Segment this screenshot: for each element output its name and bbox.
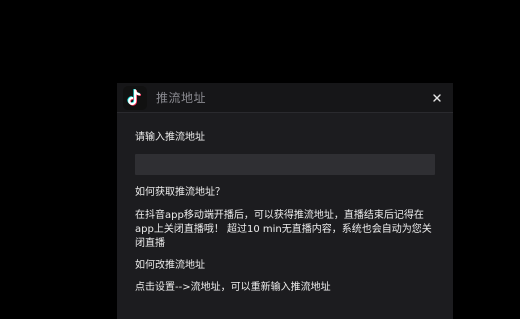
stream-url-input[interactable]: [135, 154, 435, 175]
close-button[interactable]: [429, 90, 445, 106]
help-text: 在抖音app移动端开播后，可以获得推流地址，直播结束后记得在app上关闭直播哦！…: [135, 210, 432, 249]
help-heading: 如何获取推流地址？: [135, 187, 225, 198]
change-text: 点击设置-->流地址，可以重新输入推流地址: [135, 282, 331, 293]
dialog-titlebar: 推流地址: [117, 83, 453, 113]
input-label: 请输入推流地址: [135, 132, 205, 143]
dialog-title: 推流地址: [156, 91, 207, 105]
close-icon: [433, 94, 441, 102]
tiktok-logo-icon: [123, 86, 147, 110]
stream-address-dialog: 推流地址 请输入推流地址 如何获取推流地址？ 在抖音app移动端开播后，可以获得…: [117, 83, 453, 319]
change-heading: 如何改推流地址: [135, 260, 205, 271]
